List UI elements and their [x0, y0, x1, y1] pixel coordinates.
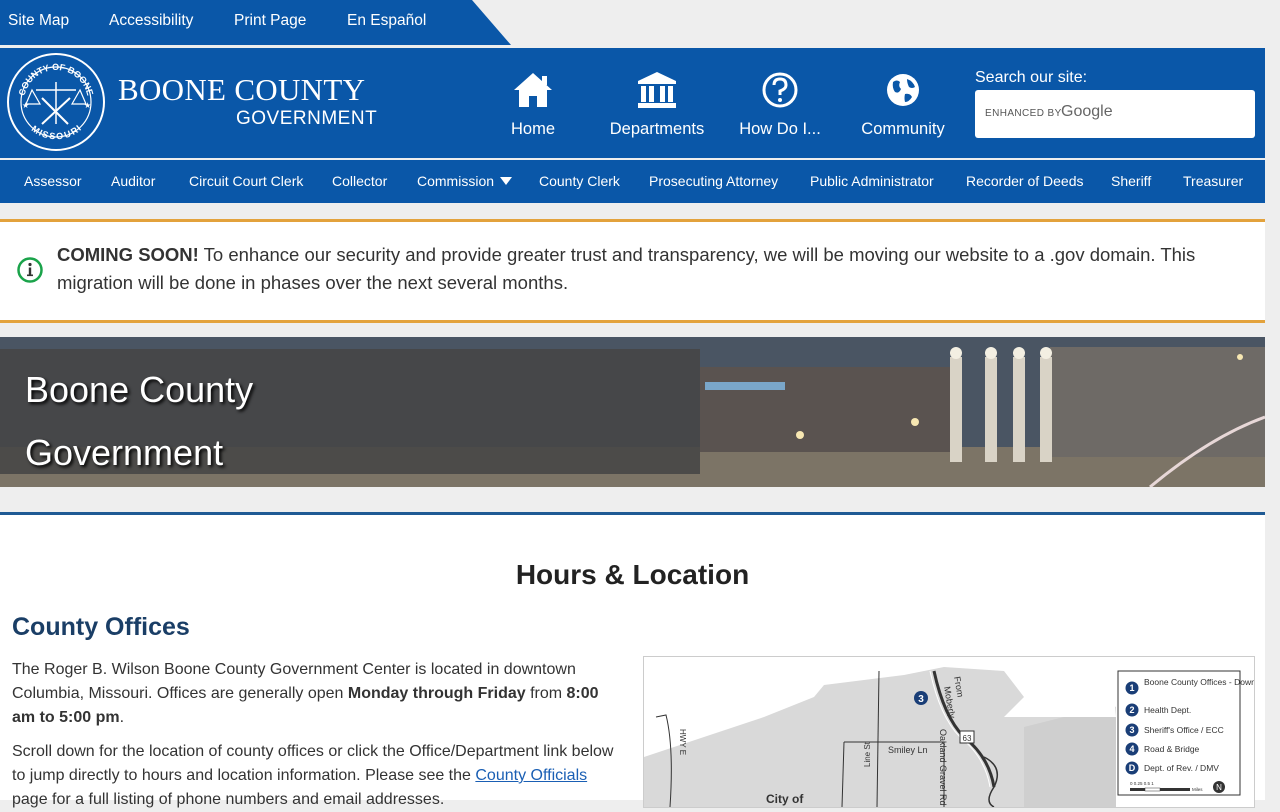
search-provider: Google	[1061, 103, 1113, 120]
site-name-sub[interactable]: GOVERNMENT	[236, 108, 377, 130]
svg-text:Sheriff's Office / ECC: Sheriff's Office / ECC	[1144, 725, 1224, 735]
main-content: Hours & Location County Offices The Roge…	[0, 515, 1265, 808]
quick-nav-departments[interactable]: Departments	[595, 70, 719, 139]
svg-text:Line St: Line St	[863, 741, 872, 767]
dept-link-commission-label: Commission	[417, 173, 495, 189]
svg-text:HWY E: HWY E	[678, 729, 687, 755]
dept-link-assessor[interactable]: Assessor	[24, 173, 82, 189]
dept-link-recorder-of-deeds[interactable]: Recorder of Deeds	[966, 173, 1084, 189]
quick-nav-home[interactable]: Home	[471, 70, 595, 139]
svg-text:★: ★	[22, 101, 29, 110]
quick-nav-community[interactable]: Community	[841, 70, 965, 139]
county-seal-logo[interactable]: COUNTY OF BOONE MISSOURI ★ ★	[6, 52, 106, 152]
info-circle-icon	[17, 257, 43, 283]
search-enhanced-by: ENHANCED BY	[985, 108, 1062, 119]
quick-nav-how-do-i[interactable]: How Do I...	[718, 70, 842, 139]
quick-nav-how-do-i-label: How Do I...	[739, 120, 821, 138]
alert-strong: COMING SOON!	[57, 244, 199, 265]
dept-link-treasurer[interactable]: Treasurer	[1183, 173, 1243, 189]
svg-text:D: D	[1129, 763, 1136, 773]
svg-text:Dept. of Rev. / DMV: Dept. of Rev. / DMV	[1144, 763, 1219, 773]
svg-text:Miles: Miles	[1192, 787, 1203, 792]
dept-link-prosecuting-attorney[interactable]: Prosecuting Attorney	[649, 173, 778, 189]
quick-nav-departments-label: Departments	[609, 120, 705, 138]
county-officials-link[interactable]: County Officials	[475, 767, 587, 784]
chevron-down-icon	[500, 177, 513, 185]
search-label: Search our site:	[975, 69, 1088, 86]
para1-days: Monday through Friday	[347, 685, 526, 702]
location-map[interactable]: 3 Moberly From Smiley Ln Oakland Gravel …	[643, 656, 1255, 808]
search-input[interactable]: ENHANCED BY Google	[975, 90, 1255, 138]
building-columns-icon	[638, 72, 676, 108]
dept-link-commission[interactable]: Commission	[417, 173, 513, 189]
print-page-link[interactable]: Print Page	[234, 12, 306, 30]
dept-link-county-clerk[interactable]: County Clerk	[539, 173, 620, 189]
para1-text2: from	[525, 685, 567, 702]
site-header: COUNTY OF BOONE MISSOURI ★ ★ BOONE COUNT…	[0, 48, 1265, 158]
dept-link-circuit-court-clerk[interactable]: Circuit Court Clerk	[189, 173, 303, 189]
dept-link-auditor[interactable]: Auditor	[111, 173, 155, 189]
para1-text3: .	[119, 709, 125, 726]
dept-link-sheriff[interactable]: Sheriff	[1111, 173, 1151, 189]
offices-intro-paragraph: The Roger B. Wilson Boone County Governm…	[12, 658, 622, 730]
globe-icon	[887, 74, 919, 106]
svg-text:4: 4	[1129, 744, 1134, 754]
svg-text:City of: City of	[766, 792, 804, 806]
svg-text:Oakland Gravel Rd: Oakland Gravel Rd	[938, 729, 948, 806]
svg-text:N: N	[1216, 783, 1222, 792]
svg-text:3: 3	[918, 694, 924, 705]
alert-text: To enhance our security and provide grea…	[57, 244, 1196, 293]
svg-text:2: 2	[1129, 705, 1134, 715]
svg-text:Boone County Offices - Downtow: Boone County Offices - Downtown	[1144, 677, 1254, 687]
hero-title-line2: Government	[25, 432, 224, 473]
svg-text:63: 63	[963, 734, 972, 743]
svg-text:3: 3	[1129, 725, 1134, 735]
svg-text:Health Dept.: Health Dept.	[1144, 705, 1191, 715]
alert-message: COMING SOON! To enhance our security and…	[57, 241, 1247, 297]
spanish-link[interactable]: En Español	[347, 12, 426, 30]
page-title: Hours & Location	[515, 559, 750, 590]
home-icon	[514, 73, 552, 107]
svg-text:Road & Bridge: Road & Bridge	[1144, 744, 1200, 754]
site-map-link[interactable]: Site Map	[8, 12, 69, 30]
dept-link-collector[interactable]: Collector	[332, 173, 387, 189]
site-name[interactable]: BOONE COUNTY	[118, 72, 365, 108]
hero-title: Boone County Government	[0, 349, 700, 474]
svg-text:0 0.25 0.5 1: 0 0.25 0.5 1	[1130, 781, 1154, 786]
svg-text:★: ★	[84, 101, 91, 110]
hero-banner: Boone County Government	[0, 337, 1265, 487]
svg-text:Smiley Ln: Smiley Ln	[888, 745, 928, 755]
offices-directions-paragraph: Scroll down for the location of county o…	[12, 740, 622, 812]
alert-banner: COMING SOON! To enhance our security and…	[0, 219, 1265, 323]
section-heading-county-offices: County Offices	[12, 613, 190, 641]
utility-nav: Site Map Accessibility Print Page En Esp…	[0, 0, 512, 45]
map-drawing: 3 Moberly From Smiley Ln Oakland Gravel …	[644, 667, 1254, 807]
svg-text:1: 1	[1129, 683, 1134, 693]
quick-nav-home-label: Home	[510, 120, 555, 138]
question-circle-icon	[762, 72, 798, 108]
accessibility-link[interactable]: Accessibility	[109, 12, 193, 30]
department-nav: Assessor Auditor Circuit Court Clerk Col…	[0, 160, 1265, 203]
dept-link-public-administrator[interactable]: Public Administrator	[810, 173, 934, 189]
hero-title-line1: Boone County	[25, 369, 254, 410]
quick-nav-community-label: Community	[861, 120, 945, 138]
